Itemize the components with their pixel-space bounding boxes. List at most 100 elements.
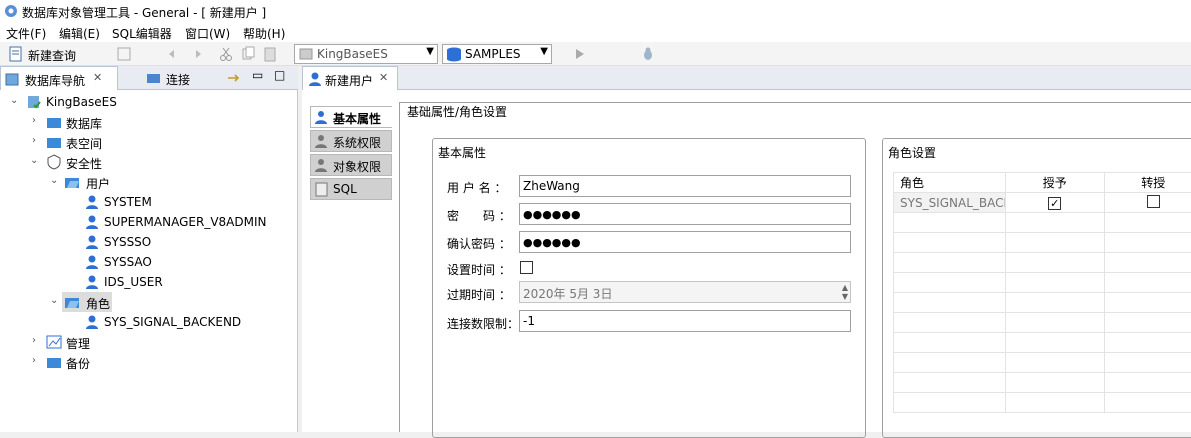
transfer-cell[interactable] bbox=[1104, 193, 1191, 213]
chevron-right-icon[interactable]: › bbox=[32, 355, 36, 366]
folder-icon bbox=[46, 354, 62, 370]
run-icon[interactable] bbox=[572, 46, 588, 62]
tree-node-user[interactable]: SUPERMANAGER_V8ADMIN bbox=[0, 212, 290, 232]
side-tab-system-privileges[interactable]: 系统权限 bbox=[310, 130, 392, 152]
tree-node-tablespace[interactable]: › 表空间 bbox=[0, 132, 290, 152]
table-row[interactable]: SYS_SIGNAL_BACK ✓ bbox=[894, 193, 1191, 213]
panel-title: 基础属性/角色设置 bbox=[405, 103, 509, 120]
redo-icon[interactable] bbox=[188, 46, 204, 62]
tree-node-user[interactable]: IDS_USER bbox=[0, 272, 290, 292]
new-query-button[interactable]: 新建查询 bbox=[28, 47, 76, 64]
close-icon[interactable]: ✕ bbox=[93, 71, 102, 84]
user-icon bbox=[314, 110, 329, 125]
expire-time-label: 过期时间 ： bbox=[447, 286, 511, 303]
database-combo[interactable]: SAMPLES ▼ bbox=[442, 44, 552, 64]
folder-open-icon bbox=[64, 174, 80, 190]
column-header-transfer: 转授 bbox=[1104, 173, 1191, 193]
tree-node-user[interactable]: SYSSAO bbox=[0, 252, 290, 272]
tree-node-user[interactable]: SYSTEM bbox=[0, 192, 290, 212]
username-input[interactable]: ZheWang bbox=[519, 175, 851, 197]
table-header-row: 角色 授予 转授 bbox=[894, 173, 1191, 193]
menu-window[interactable]: 窗口(W) bbox=[185, 25, 230, 42]
connect-icon bbox=[146, 70, 162, 86]
chevron-down-icon[interactable]: ⌄ bbox=[50, 175, 58, 186]
tree-node-database[interactable]: › 数据库 bbox=[0, 112, 290, 132]
spinner-arrows-icon[interactable]: ▲▼ bbox=[842, 283, 848, 301]
menu-sql-editor[interactable]: SQL编辑器 bbox=[112, 25, 172, 42]
folder-open-icon bbox=[64, 294, 80, 310]
chevron-right-icon[interactable]: › bbox=[32, 335, 36, 346]
debug-bug-icon[interactable] bbox=[640, 46, 656, 62]
user-icon bbox=[314, 158, 329, 173]
link-editor-icon[interactable] bbox=[226, 70, 242, 86]
chevron-down-icon[interactable]: ⌄ bbox=[50, 295, 58, 306]
role-group-title: 角色设置 bbox=[886, 144, 938, 161]
database-icon bbox=[446, 47, 462, 62]
set-time-checkbox[interactable] bbox=[520, 261, 533, 274]
save-icon[interactable] bbox=[116, 46, 132, 62]
server-combo[interactable]: KingBaseES ▼ bbox=[294, 44, 438, 64]
tree-node-root[interactable]: ⌄ KingBaseES bbox=[0, 92, 290, 112]
user-icon bbox=[84, 254, 100, 270]
tree-node-backup[interactable]: › 备份 bbox=[0, 352, 290, 372]
tab-new-user[interactable]: 新建用户 ✕ bbox=[302, 66, 398, 90]
connection-limit-label: 连接数限制： bbox=[447, 315, 519, 332]
chevron-down-icon: ▼ bbox=[426, 46, 434, 57]
side-tab-sql[interactable]: SQL bbox=[310, 178, 392, 200]
close-icon[interactable]: ✕ bbox=[379, 71, 388, 84]
user-icon bbox=[84, 274, 100, 290]
folder-icon bbox=[46, 114, 62, 130]
left-tab-bar: 数据库导航 ✕ 连接 ▭ □ bbox=[0, 66, 298, 90]
paste-icon[interactable] bbox=[262, 46, 278, 62]
tab-database-navigator[interactable]: 数据库导航 ✕ bbox=[0, 66, 118, 90]
column-header-role: 角色 bbox=[894, 173, 1006, 193]
password-input[interactable]: ●●●●●● bbox=[519, 203, 851, 225]
window-title: 数据库对象管理工具 - General - [ 新建用户 ] bbox=[22, 4, 266, 21]
user-icon bbox=[307, 71, 323, 87]
server-connected-icon bbox=[26, 94, 42, 110]
chevron-right-icon[interactable]: › bbox=[32, 115, 36, 126]
menu-edit[interactable]: 编辑(E) bbox=[59, 25, 100, 42]
chevron-down-icon: ▼ bbox=[540, 46, 548, 57]
user-icon bbox=[84, 214, 100, 230]
undo-icon[interactable] bbox=[166, 46, 182, 62]
side-tab-basic[interactable]: 基本属性 bbox=[310, 106, 392, 128]
tree-node-users[interactable]: ⌄ 用户 bbox=[0, 172, 290, 192]
connection-limit-input[interactable]: -1 bbox=[519, 310, 851, 332]
chevron-down-icon[interactable]: ⌄ bbox=[10, 95, 18, 106]
copy-icon[interactable] bbox=[240, 46, 256, 62]
chevron-right-icon[interactable]: › bbox=[32, 135, 36, 146]
toolbar: 新建查询 KingBaseES ▼ SAMPLES ▼ bbox=[0, 42, 1191, 66]
password-label: 密 码 ： bbox=[447, 207, 511, 224]
username-label: 用 户 名 ： bbox=[447, 179, 506, 196]
tree-node-security[interactable]: ⌄ 安全性 bbox=[0, 152, 290, 172]
confirm-password-input[interactable]: ●●●●●● bbox=[519, 231, 851, 253]
grant-cell[interactable]: ✓ bbox=[1006, 193, 1105, 213]
grant-checkbox[interactable]: ✓ bbox=[1048, 197, 1061, 210]
tab-connect[interactable]: 连接 bbox=[144, 66, 224, 90]
expire-time-datepicker[interactable]: 2020年 5月 3日 ▲▼ bbox=[519, 281, 851, 303]
chevron-down-icon[interactable]: ⌄ bbox=[30, 155, 38, 166]
tree-node-user[interactable]: SYSSSO bbox=[0, 232, 290, 252]
maximize-icon[interactable]: □ bbox=[274, 68, 285, 82]
transfer-checkbox[interactable] bbox=[1147, 195, 1160, 208]
minimize-icon[interactable]: ▭ bbox=[252, 68, 263, 82]
tree-node-role[interactable]: SYS_SIGNAL_BACKEND bbox=[0, 312, 290, 332]
database-navigator-panel: 数据库导航 ✕ 连接 ▭ □ ⌄ KingBaseES › 数据库 › 表空间 … bbox=[0, 66, 298, 432]
menu-help[interactable]: 帮助(H) bbox=[243, 25, 285, 42]
menu-file[interactable]: 文件(F) bbox=[6, 25, 46, 42]
side-tab-object-privileges[interactable]: 对象权限 bbox=[310, 154, 392, 176]
role-user-icon bbox=[84, 314, 100, 330]
server-icon bbox=[299, 47, 313, 61]
navigator-icon bbox=[5, 71, 21, 87]
user-icon bbox=[84, 194, 100, 210]
cut-icon[interactable] bbox=[218, 46, 234, 62]
shield-icon bbox=[46, 154, 62, 170]
basic-group-title: 基本属性 bbox=[436, 144, 488, 161]
user-icon bbox=[84, 234, 100, 250]
column-header-grant: 授予 bbox=[1006, 173, 1105, 193]
tree-node-roles[interactable]: 角色 bbox=[62, 292, 112, 312]
confirm-password-label: 确认密码 ： bbox=[447, 235, 511, 252]
tree-node-manage[interactable]: › 管理 bbox=[0, 332, 290, 352]
roles-table: 角色 授予 转授 SYS_SIGNAL_BACK ✓ bbox=[893, 172, 1191, 413]
